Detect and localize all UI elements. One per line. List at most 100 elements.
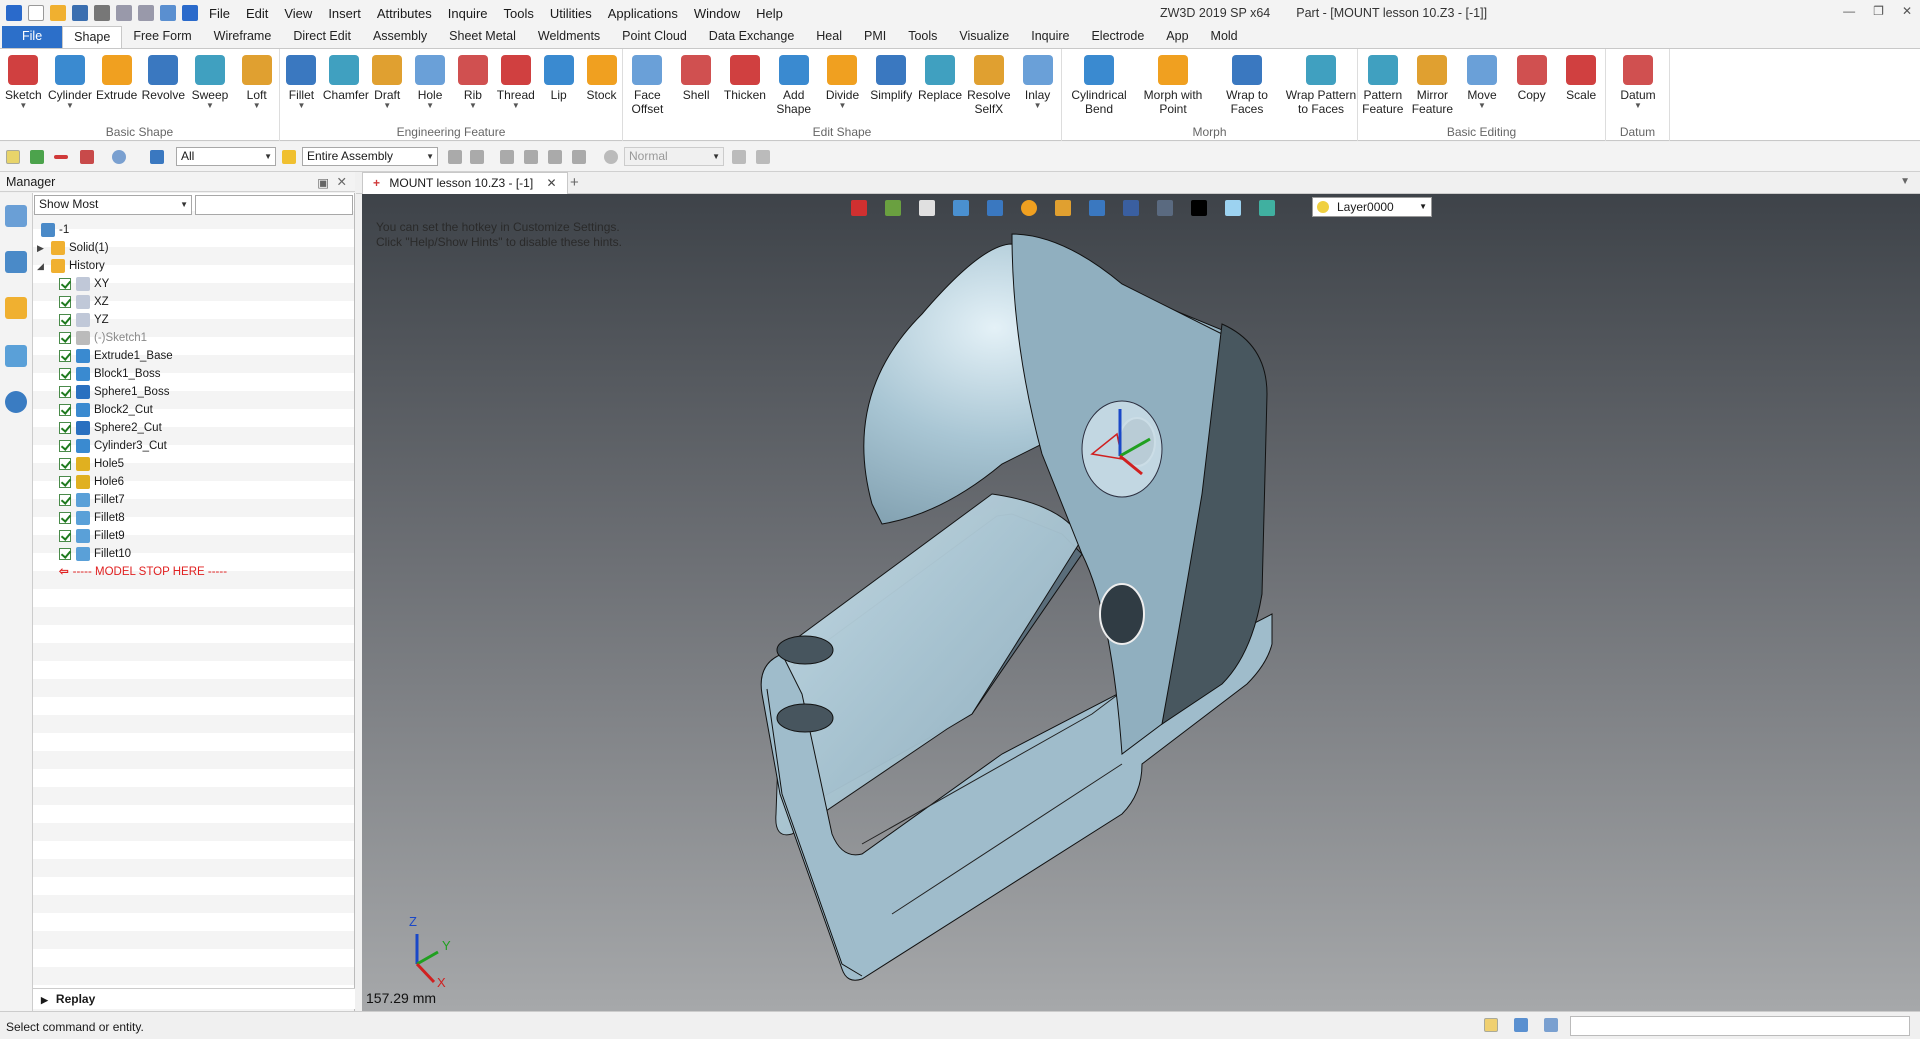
open-file-icon[interactable] [50,5,66,21]
tab-sheet-metal[interactable]: Sheet Metal [438,26,527,48]
redo-icon[interactable] [138,5,154,21]
dropdown-arrow-icon[interactable]: ▼ [1457,102,1507,110]
thread-button[interactable]: Thread ▼ [494,55,537,110]
menu-attributes[interactable]: Attributes [377,6,432,21]
tree-item[interactable]: Block2_Cut [59,401,153,419]
tree-item[interactable]: Sphere2_Cut [59,419,162,437]
tab-list-icon[interactable]: ▼ [1900,176,1910,187]
tree-item[interactable]: Fillet9 [59,527,125,545]
visibility-checkbox[interactable] [59,368,71,380]
tree-item[interactable]: Hole6 [59,473,124,491]
view-manager-icon[interactable] [5,345,27,367]
pin-icon[interactable]: ▣ [317,175,329,190]
scope-select[interactable]: Entire Assembly ▼ [302,147,438,166]
tab-electrode[interactable]: Electrode [1080,26,1155,48]
close-tab-icon[interactable]: ✕ [547,176,557,190]
back-arrow-icon[interactable] [182,5,198,21]
tree-item[interactable]: YZ [59,311,109,329]
dropdown-arrow-icon[interactable]: ▼ [494,102,537,110]
resolve-selfx-button[interactable]: Resolve SelfX [964,55,1013,116]
tree-search-input[interactable] [195,195,353,215]
visibility-checkbox[interactable] [59,494,71,506]
tab-mold[interactable]: Mold [1200,26,1249,48]
tree-item[interactable]: ◢ History [37,257,105,275]
dropdown-arrow-icon[interactable]: ▼ [187,102,234,110]
save-icon[interactable] [72,5,88,21]
tool-icon-4[interactable] [524,150,538,164]
close-panel-icon[interactable]: ✕ [337,174,347,189]
mount-part[interactable] [760,233,1273,981]
visibility-checkbox[interactable] [59,458,71,470]
tab-weldments[interactable]: Weldments [527,26,611,48]
visibility-checkbox[interactable] [59,548,71,560]
sweep-button[interactable]: Sweep ▼ [187,55,234,110]
undo-icon[interactable] [116,5,132,21]
object-icon[interactable] [5,297,27,319]
expand-toggle-icon[interactable]: ◢ [37,257,51,275]
filter-icon[interactable] [150,150,164,164]
visibility-checkbox[interactable] [59,296,71,308]
tree-item[interactable]: Extrude1_Base [59,347,173,365]
datum-button[interactable]: Datum ▼ [1606,55,1670,110]
dropdown-arrow-icon[interactable]: ▼ [818,102,867,110]
document-tab[interactable]: + MOUNT lesson 10.Z3 - [-1] ✕ [362,172,568,194]
dropdown-arrow-icon[interactable]: ▼ [409,102,452,110]
dropdown-arrow-icon[interactable]: ▼ [366,102,409,110]
chamfer-button[interactable]: Chamfer [323,55,369,102]
face-offset-button[interactable]: Face Offset [623,55,672,116]
wrap-to-faces-button[interactable]: Wrap to Faces [1210,55,1284,116]
menu-window[interactable]: Window [694,6,740,21]
tree-item[interactable]: Fillet8 [59,509,125,527]
tool-icon-7[interactable] [732,150,746,164]
tab-visualize[interactable]: Visualize [948,26,1020,48]
assembly-tree-icon[interactable] [5,251,27,273]
visibility-checkbox[interactable] [59,404,71,416]
dropdown-arrow-icon[interactable]: ▼ [1013,102,1062,110]
tree-item[interactable]: Sphere1_Boss [59,383,169,401]
history-tree-icon[interactable] [5,205,27,227]
tab-tools[interactable]: Tools [897,26,948,48]
visibility-checkbox[interactable] [59,530,71,542]
dropdown-arrow-icon[interactable]: ▼ [233,102,280,110]
print-icon[interactable] [94,5,110,21]
minimize-icon[interactable]: — [1843,4,1855,18]
fillet-button[interactable]: Fillet ▼ [280,55,323,110]
filter-select[interactable]: All ▼ [176,147,276,166]
close-icon[interactable]: ✕ [1902,4,1912,18]
rib-button[interactable]: Rib ▼ [452,55,495,110]
visibility-checkbox[interactable] [59,440,71,452]
tab-direct-edit[interactable]: Direct Edit [282,26,362,48]
status-icon-3[interactable] [1544,1018,1558,1032]
mirror-feature-button[interactable]: Mirror Feature [1408,55,1458,116]
menu-tools[interactable]: Tools [504,6,534,21]
status-icon-1[interactable] [1484,1018,1498,1032]
tool-icon-3[interactable] [500,150,514,164]
refresh-icon[interactable] [160,5,176,21]
new-file-icon[interactable] [28,5,44,21]
dropdown-arrow-icon[interactable]: ▼ [0,102,47,110]
tab-free-form[interactable]: Free Form [122,26,202,48]
tree-item[interactable]: Fillet10 [59,545,131,563]
visibility-checkbox[interactable] [59,314,71,326]
dropdown-arrow-icon[interactable]: ▼ [47,102,94,110]
menu-inquire[interactable]: Inquire [448,6,488,21]
tool-icon-8[interactable] [756,150,770,164]
visibility-checkbox[interactable] [59,476,71,488]
tab-point-cloud[interactable]: Point Cloud [611,26,698,48]
tree-item[interactable]: ⇦ ----- MODEL STOP HERE ----- [59,563,227,581]
scale-button[interactable]: Scale [1556,55,1606,102]
tab-wireframe[interactable]: Wireframe [203,26,283,48]
tree-item[interactable]: Block1_Boss [59,365,160,383]
add-shape-button[interactable]: Add Shape [769,55,818,116]
tool-icon-5[interactable] [548,150,562,164]
tab-assembly[interactable]: Assembly [362,26,438,48]
visibility-checkbox[interactable] [59,386,71,398]
tree-item[interactable]: ▶ Solid(1) [37,239,109,257]
user-icon[interactable] [5,391,27,413]
dropdown-arrow-icon[interactable]: ▼ [1606,102,1670,110]
dropdown-arrow-icon[interactable]: ▼ [452,102,495,110]
copy-button[interactable]: Copy [1507,55,1557,102]
menu-applications[interactable]: Applications [608,6,678,21]
revolve-button[interactable]: Revolve [140,55,187,102]
remove-icon[interactable] [54,155,68,159]
